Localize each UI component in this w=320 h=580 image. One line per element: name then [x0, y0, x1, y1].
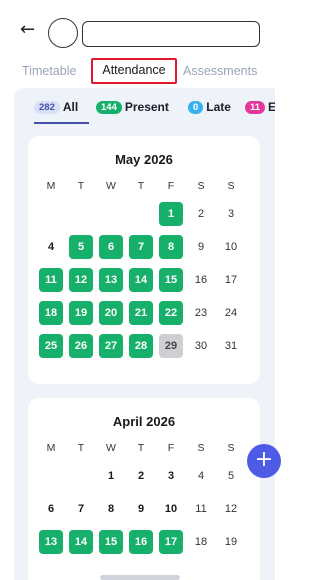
- filter-bar: 282 All 144 Present 0 Late 11 E: [14, 94, 275, 124]
- weekday-label: S: [227, 180, 235, 192]
- tab-timetable[interactable]: Timetable: [22, 58, 76, 84]
- calendar-day[interactable]: 11: [189, 497, 213, 521]
- student-name-field: [82, 21, 260, 47]
- add-button[interactable]: +: [247, 444, 281, 478]
- arrow-left-icon[interactable]: ←: [20, 20, 35, 40]
- calendar-day[interactable]: 9: [129, 497, 153, 521]
- weekday-label: T: [77, 180, 85, 192]
- calendar-day-present[interactable]: 7: [129, 235, 153, 259]
- calendar-day-today[interactable]: 29: [159, 334, 183, 358]
- weekday-label: S: [197, 180, 205, 192]
- filter-count-badge: 144: [96, 101, 122, 114]
- calendar-day[interactable]: 5: [219, 464, 243, 488]
- calendar-day-present[interactable]: 26: [69, 334, 93, 358]
- month-title: April 2026: [112, 414, 176, 429]
- calendar-day[interactable]: 24: [219, 301, 243, 325]
- filter-excused[interactable]: 11 E: [245, 99, 275, 115]
- calendar-day[interactable]: 4: [39, 235, 63, 259]
- filter-late[interactable]: 0 Late: [188, 99, 231, 115]
- filter-present[interactable]: 144 Present: [96, 99, 169, 115]
- filter-count-badge: 282: [34, 101, 60, 114]
- calendar-day-present[interactable]: 8: [159, 235, 183, 259]
- calendar-day[interactable]: 17: [219, 268, 243, 292]
- calendar-day[interactable]: 8: [99, 497, 123, 521]
- calendar-day-present[interactable]: 22: [159, 301, 183, 325]
- weekday-label: T: [137, 180, 145, 192]
- calendar-day[interactable]: 3: [159, 464, 183, 488]
- filter-label: Late: [206, 100, 231, 114]
- calendar-day[interactable]: 2: [189, 202, 213, 226]
- calendar-day-present[interactable]: 27: [99, 334, 123, 358]
- calendar-day[interactable]: 7: [69, 497, 93, 521]
- calendar-day-present[interactable]: 18: [39, 301, 63, 325]
- calendar-day-present[interactable]: 19: [69, 301, 93, 325]
- month-card-may: May 2026 M T W T F S S 1 2 3 4 5 6 7 8 9 10 11 12 13 14 15 16 1…: [28, 136, 260, 384]
- filter-all[interactable]: 282 All: [34, 99, 78, 115]
- active-filter-indicator: [34, 122, 89, 124]
- weekday-label: T: [137, 442, 145, 454]
- calendar-day-present[interactable]: 12: [69, 268, 93, 292]
- calendar-day-present[interactable]: 16: [129, 530, 153, 554]
- calendar-day[interactable]: 2: [129, 464, 153, 488]
- tab-assessments[interactable]: Assessments: [183, 58, 257, 84]
- filter-label: All: [62, 100, 79, 114]
- avatar: [48, 18, 78, 48]
- calendar-day[interactable]: 18: [189, 530, 213, 554]
- calendar-day-present[interactable]: 13: [99, 268, 123, 292]
- calendar-day[interactable]: 10: [159, 497, 183, 521]
- calendar-day-present[interactable]: 14: [129, 268, 153, 292]
- calendar-day[interactable]: 1: [99, 464, 123, 488]
- filter-label: Present: [124, 100, 169, 114]
- calendar-day[interactable]: 30: [189, 334, 213, 358]
- calendar-day[interactable]: 16: [189, 268, 213, 292]
- calendar-day-present[interactable]: 17: [159, 530, 183, 554]
- calendar-day-present[interactable]: 5: [69, 235, 93, 259]
- calendar-day[interactable]: 23: [189, 301, 213, 325]
- calendar-day-present[interactable]: 6: [99, 235, 123, 259]
- weekday-label: W: [106, 442, 116, 454]
- month-card-april: April 2026 M T W T F S S 1 2 3 4 5 6 7 8 9 10 11 12 13 14 15 1…: [28, 398, 260, 580]
- calendar-day-present[interactable]: 15: [159, 268, 183, 292]
- tab-attendance[interactable]: Attendance: [91, 58, 177, 84]
- weekday-label: S: [197, 442, 205, 454]
- filter-label: E: [268, 100, 275, 114]
- calendar-day[interactable]: 9: [189, 235, 213, 259]
- calendar-day-present[interactable]: 28: [129, 334, 153, 358]
- calendar-day[interactable]: 6: [39, 497, 63, 521]
- tab-bar: Timetable Attendance Assessments: [0, 58, 275, 84]
- attendance-panel: 282 All 144 Present 0 Late 11 E May 2026 MTW…: [14, 88, 275, 580]
- calendar-day[interactable]: 3: [219, 202, 243, 226]
- weekday-label: F: [167, 180, 175, 192]
- weekday-label: T: [77, 442, 85, 454]
- calendar-day-present[interactable]: 15: [99, 530, 123, 554]
- calendar-day-present[interactable]: 25: [39, 334, 63, 358]
- weekday-label: F: [167, 442, 175, 454]
- calendar-day[interactable]: 31: [219, 334, 243, 358]
- weekday-label: S: [227, 442, 235, 454]
- calendar-day[interactable]: 10: [219, 235, 243, 259]
- calendar-day[interactable]: 12: [219, 497, 243, 521]
- filter-count-badge: 11: [245, 101, 266, 114]
- weekday-label: M: [46, 180, 56, 192]
- weekday-label: M: [46, 442, 56, 454]
- calendar-day[interactable]: 19: [219, 530, 243, 554]
- weekday-label: W: [106, 180, 116, 192]
- filter-count-badge: 0: [188, 101, 204, 114]
- calendar-day-present[interactable]: 14: [69, 530, 93, 554]
- calendar-day[interactable]: 4: [189, 464, 213, 488]
- calendar-day-present[interactable]: 11: [39, 268, 63, 292]
- calendar-day-present[interactable]: 1: [159, 202, 183, 226]
- calendar-day-present[interactable]: 21: [129, 301, 153, 325]
- home-indicator: [100, 575, 180, 580]
- calendar-day-present[interactable]: 20: [99, 301, 123, 325]
- month-title: May 2026: [115, 152, 173, 167]
- calendar-day-present[interactable]: 13: [39, 530, 63, 554]
- header: ←: [0, 0, 275, 56]
